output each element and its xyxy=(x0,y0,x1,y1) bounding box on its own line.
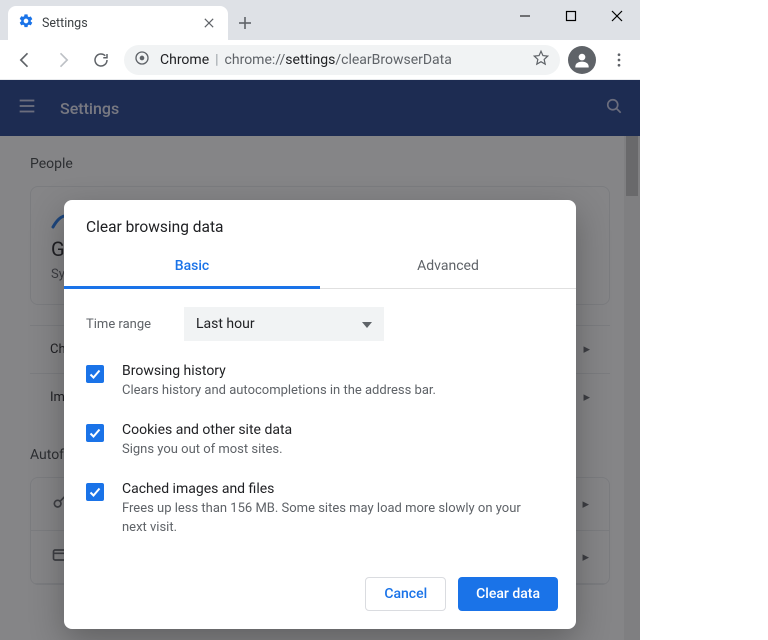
caret-down-icon xyxy=(362,316,372,332)
overflow-menu-button[interactable] xyxy=(604,45,634,75)
option-title: Cookies and other site data xyxy=(122,422,292,438)
browser-tab-settings[interactable]: Settings xyxy=(8,6,228,40)
new-tab-button[interactable] xyxy=(228,6,262,40)
dialog-title: Clear browsing data xyxy=(64,200,576,246)
tab-title: Settings xyxy=(42,16,192,31)
checkbox[interactable] xyxy=(86,483,104,501)
option-cache[interactable]: Cached images and files Frees up less th… xyxy=(86,481,554,536)
forward-button[interactable] xyxy=(48,45,78,75)
tab-advanced[interactable]: Advanced xyxy=(320,246,576,288)
option-desc: Signs you out of most sites. xyxy=(122,441,292,459)
tab-close-button[interactable] xyxy=(200,14,218,32)
window-controls xyxy=(502,0,640,32)
option-title: Browsing history xyxy=(122,363,436,379)
gear-icon xyxy=(18,13,34,33)
clear-browsing-data-dialog: Clear browsing data Basic Advanced Time … xyxy=(64,200,576,629)
chrome-page-icon xyxy=(134,50,150,70)
dialog-tabs: Basic Advanced xyxy=(64,246,576,289)
profile-avatar-button[interactable] xyxy=(568,46,596,74)
url-text: Chrome|chrome://settings/clearBrowserDat… xyxy=(160,52,522,68)
back-button[interactable] xyxy=(10,45,40,75)
browser-toolbar: Chrome|chrome://settings/clearBrowserDat… xyxy=(0,40,640,80)
clear-data-button[interactable]: Clear data xyxy=(458,577,558,611)
tab-basic[interactable]: Basic xyxy=(64,246,320,289)
star-icon[interactable] xyxy=(532,49,550,71)
address-bar[interactable]: Chrome|chrome://settings/clearBrowserDat… xyxy=(124,45,560,75)
option-browsing-history[interactable]: Browsing history Clears history and auto… xyxy=(86,363,554,400)
time-range-label: Time range xyxy=(86,317,166,332)
window-minimize-button[interactable] xyxy=(502,0,548,32)
checkbox[interactable] xyxy=(86,365,104,383)
reload-button[interactable] xyxy=(86,45,116,75)
window-close-button[interactable] xyxy=(594,0,640,32)
option-desc: Clears history and autocompletions in th… xyxy=(122,382,436,400)
cancel-button[interactable]: Cancel xyxy=(365,577,446,611)
option-cookies[interactable]: Cookies and other site data Signs you ou… xyxy=(86,422,554,459)
window-maximize-button[interactable] xyxy=(548,0,594,32)
time-range-value: Last hour xyxy=(196,316,255,332)
time-range-select[interactable]: Last hour xyxy=(184,307,384,341)
option-desc: Frees up less than 156 MB. Some sites ma… xyxy=(122,500,522,536)
checkbox[interactable] xyxy=(86,424,104,442)
option-title: Cached images and files xyxy=(122,481,522,497)
